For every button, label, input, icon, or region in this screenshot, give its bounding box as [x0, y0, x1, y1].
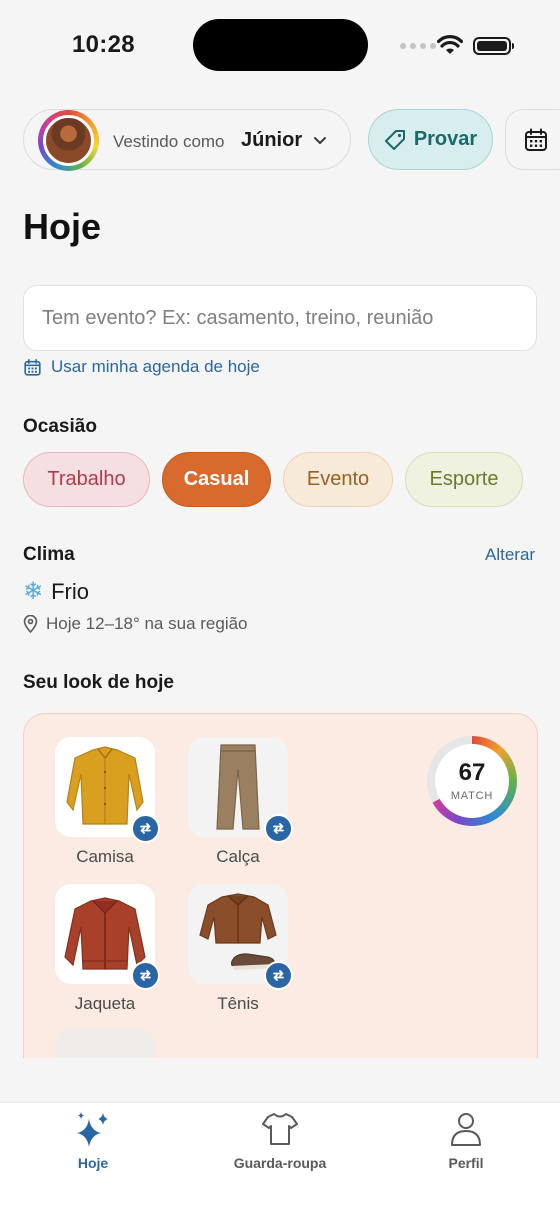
swap-icon — [140, 970, 151, 981]
occasion-label: Ocasião — [23, 416, 97, 437]
calendar-button[interactable] — [505, 109, 560, 170]
calendar-icon — [24, 358, 41, 376]
profile-selector[interactable]: Vestindo como Júnior — [23, 109, 351, 171]
weather-label: Frio — [51, 578, 89, 604]
status-bar: 10:28 — [0, 0, 560, 90]
occasion-chip-trabalho[interactable]: Trabalho — [23, 452, 150, 507]
tab-perfil[interactable]: Perfil — [396, 1109, 536, 1171]
tshirt-icon — [262, 1113, 298, 1145]
tab-perfil-label: Perfil — [448, 1155, 484, 1171]
wifi-icon — [437, 35, 463, 54]
change-climate-link[interactable]: Alterar — [485, 545, 535, 565]
try-on-label: Provar — [413, 128, 478, 150]
swap-item-button[interactable] — [131, 961, 160, 990]
pants-image — [188, 737, 293, 843]
use-agenda-link[interactable]: Usar minha agenda de hoje — [23, 357, 260, 377]
sparkles-icon — [77, 1112, 108, 1147]
wearing-as-label: Vestindo como — [113, 132, 225, 151]
match-label: MATCH — [450, 789, 494, 802]
match-ring: 67 MATCH — [427, 736, 517, 826]
dynamic-island — [193, 19, 368, 71]
tab-hoje-label: Hoje — [77, 1155, 109, 1171]
look-item-camisa[interactable]: Camisa — [55, 737, 160, 867]
climate-label: Clima — [23, 544, 75, 565]
weather-condition: ❄ Frio — [23, 577, 89, 606]
item-label: Tênis — [217, 994, 259, 1013]
snowflake-icon: ❄ — [23, 578, 44, 605]
item-label: Camisa — [76, 847, 134, 866]
location-pin-icon — [23, 615, 38, 633]
agenda-link-label: Usar minha agenda de hoje — [51, 357, 260, 376]
swap-icon — [273, 823, 284, 834]
look-item-calca[interactable]: Calça — [188, 737, 293, 867]
tab-guarda-roupa-label: Guarda-roupa — [233, 1155, 327, 1171]
weather-detail: Hoje 12–18° na sua região — [23, 614, 248, 634]
chevron-down-icon — [314, 137, 326, 144]
shoes-image — [188, 884, 293, 990]
person-icon — [451, 1113, 481, 1146]
look-card: Camisa Calça Jaqueta Tênis 67 MATCH — [23, 713, 538, 1058]
swap-icon — [273, 970, 284, 981]
swap-item-button[interactable] — [264, 961, 293, 990]
look-item-placeholder — [55, 1029, 155, 1058]
shirt-image — [55, 737, 160, 843]
signal-icon — [400, 43, 436, 49]
status-time: 10:28 — [72, 31, 135, 58]
calendar-icon — [525, 128, 547, 151]
try-on-button[interactable]: Provar — [368, 109, 493, 170]
jacket-image — [55, 884, 160, 990]
occasion-chip-esporte[interactable]: Esporte — [405, 452, 523, 507]
avatar — [38, 110, 99, 171]
battery-icon — [473, 37, 514, 55]
occasion-chip-evento[interactable]: Evento — [283, 452, 393, 507]
look-item-tenis[interactable]: Tênis — [188, 884, 293, 1014]
tab-hoje[interactable]: Hoje — [23, 1109, 163, 1171]
match-value: 67 — [458, 758, 486, 786]
tag-icon — [384, 129, 405, 150]
swap-icon — [140, 823, 151, 834]
page-title: Hoje — [23, 206, 102, 247]
tab-guarda-roupa[interactable]: Guarda-roupa — [210, 1109, 350, 1171]
look-item-jaqueta[interactable]: Jaqueta — [55, 884, 160, 1014]
event-input[interactable] — [23, 285, 537, 351]
match-score: 67 MATCH — [427, 736, 517, 826]
swap-item-button[interactable] — [264, 814, 293, 843]
swap-item-button[interactable] — [131, 814, 160, 843]
occasion-chip-casual[interactable]: Casual — [162, 452, 271, 507]
tab-bar: Hoje Guarda-roupa Perfil — [0, 1102, 560, 1217]
weather-detail-text: Hoje 12–18° na sua região — [46, 614, 248, 633]
user-name: Júnior — [241, 129, 303, 151]
item-label: Jaqueta — [74, 994, 136, 1013]
look-title: Seu look de hoje — [23, 672, 174, 693]
item-label: Calça — [216, 847, 260, 866]
